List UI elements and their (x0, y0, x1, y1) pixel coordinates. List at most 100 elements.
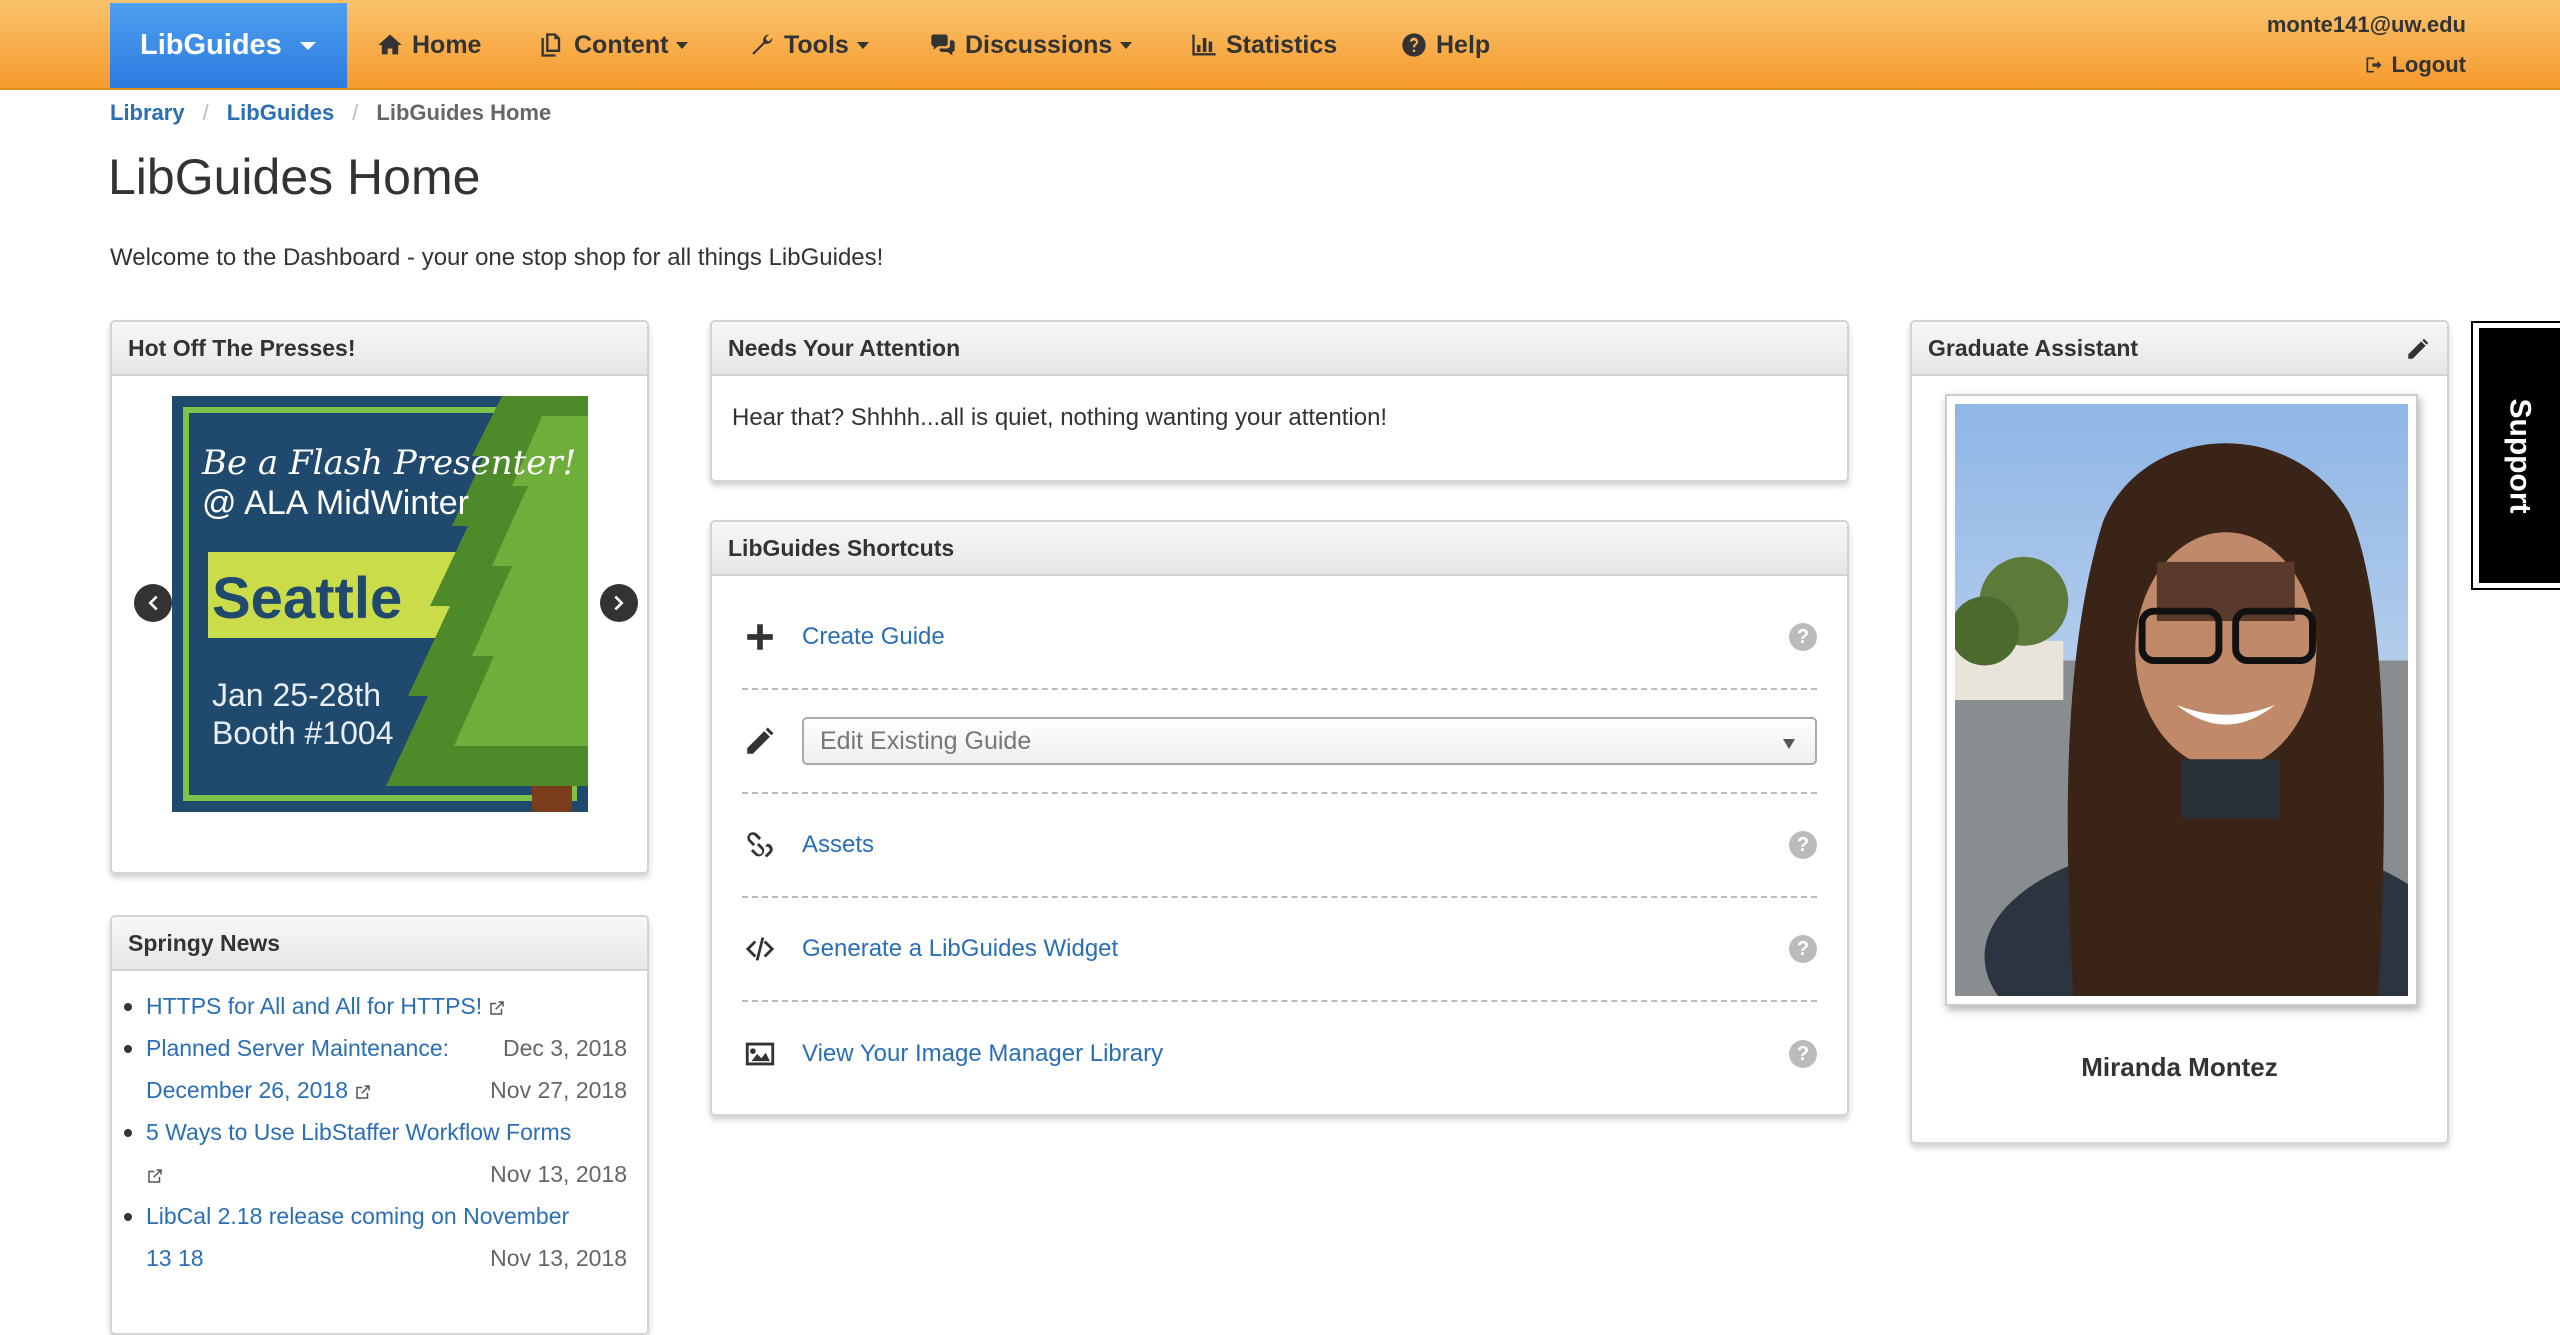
breadcrumb-current: LibGuides Home (376, 100, 552, 125)
generate-widget-link[interactable]: Generate a LibGuides Widget (802, 935, 1789, 963)
news-date: Nov 27, 2018 (490, 1077, 627, 1103)
help-icon[interactable]: ? (1789, 1040, 1817, 1068)
brand-menu-button[interactable]: LibGuides (110, 3, 347, 88)
support-tab[interactable]: Support (2471, 321, 2560, 590)
logout-label: Logout (2391, 52, 2466, 77)
pencil-icon[interactable] (2405, 336, 2431, 362)
help-icon[interactable]: ? (1789, 935, 1817, 963)
brand-label: LibGuides (140, 29, 282, 61)
news-link[interactable]: 5 Ways to Use LibStaffer Workflow Forms (146, 1119, 571, 1145)
carousel-prev-button[interactable] (134, 584, 172, 622)
shortcuts-title: LibGuides Shortcuts (712, 522, 1847, 576)
logout-link[interactable]: Logout (2267, 52, 2466, 78)
promo-slide-image[interactable]: Be a Flash Presenter! @ ALA MidWinter Se… (172, 396, 588, 812)
nav-content-label: Content (574, 30, 669, 59)
pencil-icon (742, 723, 778, 759)
nav-statistics[interactable]: Statistics (1190, 0, 1337, 90)
code-icon (742, 931, 778, 967)
chevron-down-icon (856, 41, 869, 49)
help-icon[interactable]: ? (1789, 831, 1817, 859)
nav-statistics-label: Statistics (1226, 30, 1338, 59)
chevron-down-icon (1120, 41, 1133, 49)
shortcut-edit-guide: Edit Existing Guide (742, 690, 1817, 794)
top-navbar: LibGuides Home Content Tools Discussions… (0, 0, 2560, 90)
news-link[interactable]: December 26, 2018 (146, 1077, 348, 1103)
news-date: Dec 3, 2018 (502, 1035, 627, 1061)
news-date: Nov 13, 2018 (490, 1245, 627, 1271)
news-link[interactable]: Planned Server Maintenance: (146, 1035, 449, 1061)
chevron-left-icon (148, 595, 158, 611)
nav-tools[interactable]: Tools (748, 0, 869, 90)
nav-home-label: Home (412, 30, 482, 59)
help-icon[interactable]: ? (1789, 623, 1817, 651)
slide-city: Seattle (212, 566, 402, 631)
shortcut-widget: Generate a LibGuides Widget ? (742, 898, 1817, 1002)
home-icon (378, 34, 402, 55)
news-title: HTTPS for All and All for HTTPS! (146, 993, 483, 1019)
news-link[interactable]: 13 18 (146, 1245, 204, 1271)
attention-panel: Needs Your Attention Hear that? Shhhh...… (710, 320, 1849, 482)
shortcut-image-manager: View Your Image Manager Library ? (742, 1002, 1817, 1106)
support-label: Support (2503, 398, 2537, 513)
external-link-icon (356, 1085, 370, 1099)
springy-news-panel: Springy News HTTPS for All and All for H… (110, 915, 649, 1335)
edit-guide-select[interactable]: Edit Existing Guide (802, 717, 1817, 765)
breadcrumb: Library / LibGuides / LibGuides Home (110, 100, 551, 126)
shortcut-assets: Assets ? (742, 794, 1817, 898)
assets-link[interactable]: Assets (802, 831, 1789, 859)
edit-guide-placeholder: Edit Existing Guide (820, 726, 1032, 755)
assistant-name: Miranda Montez (2081, 1052, 2278, 1082)
page-title: LibGuides Home (108, 149, 481, 205)
plus-icon (742, 619, 778, 655)
news-title-cont: 13 18 (146, 1245, 204, 1271)
profile-photo (1950, 404, 2458, 1075)
chevron-right-icon (614, 595, 624, 611)
breadcrumb-libguides[interactable]: LibGuides (227, 100, 335, 126)
attention-message: Hear that? Shhhh...all is quiet, nothing… (732, 404, 1388, 431)
news-item: 5 Ways to Use LibStaffer Workflow Forms … (124, 1111, 627, 1195)
shortcut-create-guide: Create Guide ? (742, 586, 1817, 690)
chevron-down-icon (1783, 739, 1795, 749)
user-box: monte141@uw.edu Logout (2267, 12, 2466, 78)
hot-presses-title: Hot Off The Presses! (112, 322, 647, 376)
link-icon (742, 827, 778, 863)
slide-line1: Be a Flash Presenter! (201, 443, 576, 483)
shortcuts-panel: LibGuides Shortcuts Create Guide ? Edit … (710, 520, 1849, 1116)
carousel-next-button[interactable] (600, 584, 638, 622)
slide-dates: Jan 25-28th (212, 677, 381, 713)
assistant-panel: Graduate Assistant Miranda Montez (1910, 320, 2458, 1144)
external-link-icon (490, 1001, 504, 1015)
news-title: LibCal 2.18 release coming on November (146, 1203, 570, 1229)
nav-content[interactable]: Content (538, 0, 689, 90)
comments-icon (931, 34, 955, 56)
nav-discussions[interactable]: Discussions (929, 0, 1133, 90)
breadcrumb-separator: / (202, 100, 209, 125)
sign-out-icon (2366, 57, 2382, 73)
create-guide-link[interactable]: Create Guide (802, 623, 1789, 651)
news-link[interactable]: LibCal 2.18 release coming on November (146, 1203, 569, 1229)
attention-title: Needs Your Attention (712, 322, 1847, 376)
image-manager-link[interactable]: View Your Image Manager Library (802, 1040, 1789, 1068)
breadcrumb-library[interactable]: Library (110, 100, 185, 126)
image-icon (742, 1036, 778, 1072)
nav-help[interactable]: Help (1400, 0, 1490, 90)
nav-home[interactable]: Home (376, 0, 481, 90)
news-title: 5 Ways to Use LibStaffer Workflow Forms (146, 1119, 572, 1145)
news-link[interactable]: HTTPS for All and All for HTTPS! (146, 993, 482, 1019)
springy-news-title: Springy News (112, 917, 647, 971)
slide-line2: @ ALA MidWinter (202, 484, 469, 522)
wrench-icon (752, 34, 773, 55)
external-link-icon (148, 1169, 162, 1183)
assistant-title-label: Graduate Assistant (1928, 334, 2139, 361)
news-title-cont: December 26, 2018 (146, 1077, 349, 1103)
news-date: Nov 13, 2018 (490, 1161, 627, 1187)
news-item: HTTPS for All and All for HTTPS! (124, 985, 627, 1027)
bar-chart-icon (1192, 34, 1216, 56)
content-icon (541, 33, 561, 57)
chevron-down-icon (676, 41, 689, 49)
nav-help-label: Help (1436, 30, 1491, 59)
user-email[interactable]: monte141@uw.edu (2267, 12, 2466, 38)
news-item: LibCal 2.18 release coming on November 1… (124, 1195, 627, 1279)
question-circle-icon (1402, 33, 1426, 57)
breadcrumb-separator: / (352, 100, 359, 125)
